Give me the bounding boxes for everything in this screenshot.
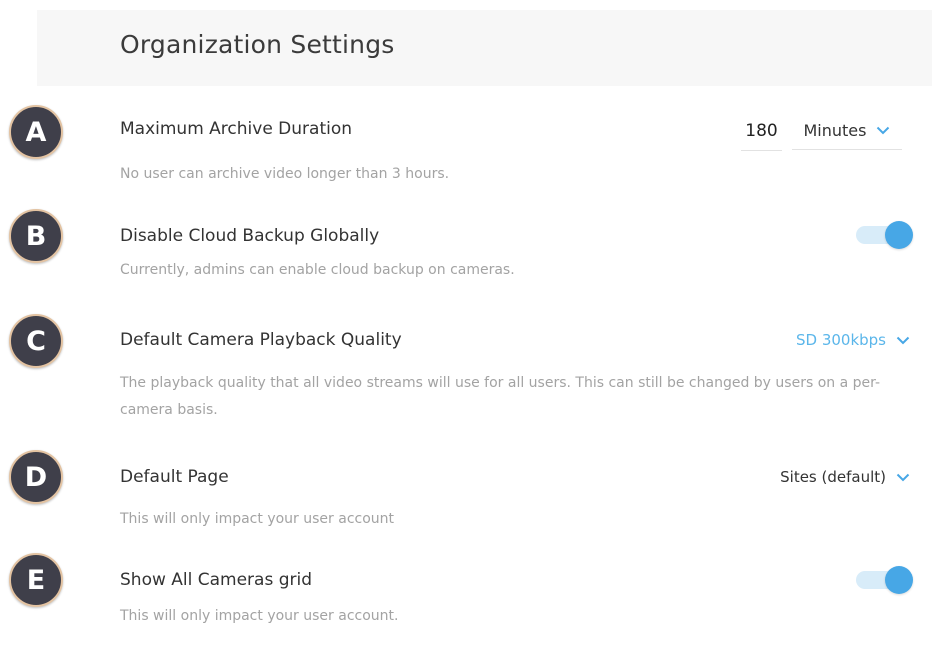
playback-quality-select[interactable]: SD 300kbps (796, 328, 910, 352)
badge-e: E (9, 553, 63, 607)
badge-d: D (9, 450, 63, 504)
toggle-knob (885, 566, 913, 594)
cloud-backup-description: Currently, admins can enable cloud backu… (120, 262, 515, 278)
archive-duration-description: No user can archive video longer than 3 … (120, 166, 450, 182)
badge-c: C (9, 314, 63, 368)
default-page-description: This will only impact your user account (120, 511, 395, 527)
cloud-backup-toggle[interactable] (853, 219, 915, 251)
chevron-down-icon (877, 126, 890, 135)
cloud-backup-label: Disable Cloud Backup Globally (120, 226, 380, 246)
archive-duration-input[interactable] (741, 112, 782, 151)
badge-b: B (9, 209, 63, 263)
default-page-label: Default Page (120, 467, 229, 487)
chevron-down-icon (896, 336, 910, 344)
settings-page: Organization Settings A Maximum Archive … (0, 0, 932, 658)
playback-quality-label: Default Camera Playback Quality (120, 330, 402, 350)
cameras-grid-label: Show All Cameras grid (120, 570, 313, 590)
cameras-grid-toggle[interactable] (853, 564, 915, 596)
archive-unit-select[interactable]: Minutes (792, 112, 902, 150)
toggle-knob (885, 221, 913, 249)
cameras-grid-description: This will only impact your user account. (120, 608, 399, 624)
archive-duration-label: Maximum Archive Duration (120, 119, 353, 139)
chevron-down-icon (896, 473, 910, 481)
archive-unit-value: Minutes (803, 121, 867, 140)
default-page-value: Sites (default) (780, 468, 886, 486)
playback-quality-description: The playback quality that all video stre… (120, 375, 881, 418)
playback-quality-value: SD 300kbps (795, 331, 886, 349)
default-page-select[interactable]: Sites (default) (780, 465, 910, 489)
badge-a: A (9, 105, 63, 159)
page-title: Organization Settings (120, 30, 395, 59)
